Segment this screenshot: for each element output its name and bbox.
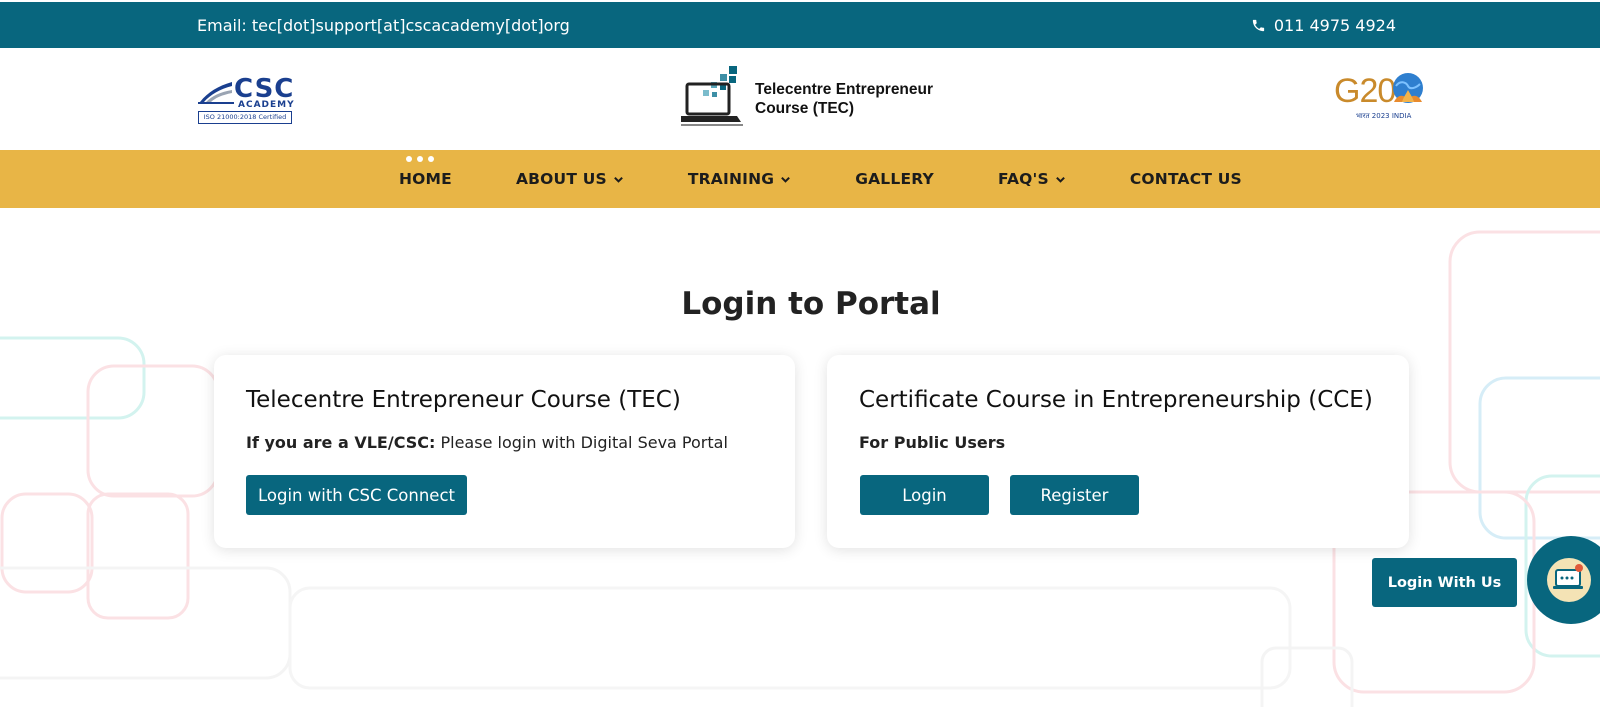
card-description: For Public Users <box>859 433 1005 452</box>
csc-academy-logo[interactable]: CSC ACADEMY ISO 21000:2018 Certified <box>198 74 295 124</box>
main-navigation: HOME ABOUT US TRAINING GALLERY FAQ'S CON… <box>0 150 1600 208</box>
page-title: Login to Portal <box>681 286 941 322</box>
g20-logo: G20 भारत 2023 INDIA <box>1334 72 1426 124</box>
card-description-bold: For Public Users <box>859 433 1006 452</box>
nav-list: HOME ABOUT US TRAINING GALLERY FAQ'S CON… <box>399 156 1306 188</box>
g20-logo-text: G20 <box>1334 72 1396 110</box>
nav-item-label: FAQ'S <box>997 170 1049 188</box>
card-description: If you are a VLE/CSC: Please login with … <box>246 433 728 452</box>
card-description-text: Please login with Digital Seva Portal <box>435 433 728 452</box>
nav-item-gallery[interactable]: GALLERY <box>855 170 934 188</box>
register-button[interactable]: Register <box>1010 475 1139 515</box>
nav-item-home[interactable]: HOME <box>399 156 452 188</box>
card-title: Telecentre Entrepreneur Course (TEC) <box>246 387 681 413</box>
chevron-down-icon <box>613 176 623 183</box>
chevron-down-icon <box>781 176 791 183</box>
support-phone[interactable]: 011 4975 4924 <box>1251 16 1396 35</box>
active-indicator-dots <box>406 156 434 162</box>
swoosh-icon <box>198 82 234 104</box>
login-button[interactable]: Login <box>860 475 989 515</box>
login-with-us-button[interactable]: Login With Us <box>1372 558 1517 607</box>
laptop-login-icon <box>1553 564 1583 589</box>
chevron-down-icon <box>1055 176 1065 183</box>
tec-logo[interactable]: Telecentre Entrepreneur Course (TEC) <box>681 64 951 130</box>
card-description-bold: If you are a VLE/CSC: <box>246 433 436 452</box>
laptop-icon <box>681 66 743 126</box>
card-title: Certificate Course in Entrepreneurship (… <box>859 387 1373 413</box>
csc-logo-academy: ACADEMY <box>238 100 295 110</box>
nav-item-label: CONTACT US <box>1129 170 1242 188</box>
nav-item-training[interactable]: TRAINING <box>688 170 791 188</box>
phone-icon <box>1252 19 1264 32</box>
nav-item-about-us[interactable]: ABOUT US <box>516 170 624 188</box>
iso-certification: ISO 21000:2018 Certified <box>198 111 292 124</box>
login-with-csc-connect-button[interactable]: Login with CSC Connect <box>246 475 467 515</box>
support-email[interactable]: Email: tec[dot]support[at]cscacademy[dot… <box>197 16 570 35</box>
cce-login-card: Certificate Course in Entrepreneurship (… <box>827 355 1409 548</box>
nav-item-contact-us[interactable]: CONTACT US <box>1130 170 1242 188</box>
globe-lotus-icon <box>1393 73 1423 103</box>
nav-item-label: ABOUT US <box>515 170 607 188</box>
nav-item-faqs[interactable]: FAQ'S <box>998 170 1066 188</box>
phone-number: 011 4975 4924 <box>1273 16 1396 35</box>
tec-logo-title: Telecentre Entrepreneur Course (TEC) <box>755 81 934 117</box>
tec-login-card: Telecentre Entrepreneur Course (TEC) If … <box>214 355 795 548</box>
nav-item-label: HOME <box>399 170 452 188</box>
g20-logo-sub: भारत 2023 INDIA <box>1356 112 1412 120</box>
top-info-bar: Email: tec[dot]support[at]cscacademy[dot… <box>0 2 1600 48</box>
nav-item-label: GALLERY <box>855 170 934 188</box>
nav-item-label: TRAINING <box>687 170 775 188</box>
site-header: CSC ACADEMY ISO 21000:2018 Certified Tel… <box>0 48 1600 150</box>
